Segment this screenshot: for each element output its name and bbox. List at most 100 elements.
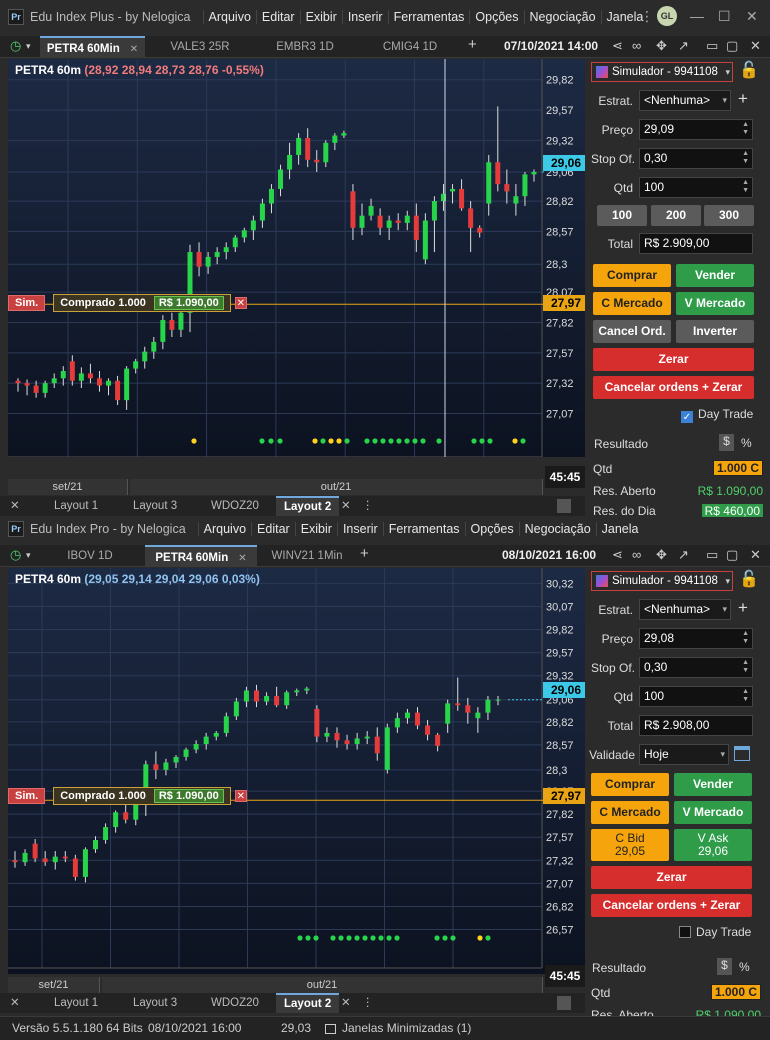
tab-ibov[interactable]: IBOV 1D	[40, 545, 140, 567]
layout-close-icon[interactable]: ✕	[341, 993, 351, 1013]
zero-button[interactable]: Zerar	[593, 348, 754, 371]
add-strategy-icon[interactable]: +	[738, 598, 748, 618]
stepper-icon[interactable]: ▲ ▼	[742, 150, 749, 166]
menu-item[interactable]: Arquivo	[202, 10, 256, 24]
cancel-zero-button[interactable]: Cancelar ordens + Zerar	[591, 894, 752, 917]
sell-ask-button[interactable]: V Ask 29,06	[674, 829, 752, 861]
trend-icon[interactable]: ↗	[678, 547, 689, 563]
link-icon[interactable]: ∞	[632, 547, 641, 562]
tab-petr4-60min[interactable]: PETR4 60Min ✕	[40, 36, 145, 58]
close-chart-icon[interactable]: ✕	[750, 547, 761, 563]
stepper-icon[interactable]: ▲ ▼	[742, 688, 749, 704]
invert-button[interactable]: Inverter	[676, 320, 754, 343]
validade-select[interactable]: Hoje ▾	[639, 744, 729, 765]
qty-300-button[interactable]: 300	[704, 205, 754, 226]
buy-bid-button[interactable]: C Bid 29,05	[591, 829, 669, 861]
buy-button[interactable]: Comprar	[593, 264, 671, 287]
calendar-icon[interactable]	[734, 746, 750, 761]
menu-item[interactable]: Exibir	[299, 10, 342, 24]
share-icon[interactable]: ⋖	[612, 38, 623, 54]
tab-winv21[interactable]: WINV21 1Min	[262, 545, 352, 567]
clock-icon[interactable]: ◷	[10, 38, 21, 54]
avatar[interactable]: GL	[657, 6, 677, 26]
menu-item[interactable]: Opções	[469, 10, 523, 24]
share-icon[interactable]: ⋖	[612, 547, 623, 563]
layout-3[interactable]: Layout 3	[133, 496, 177, 516]
stepper-icon[interactable]: ▲ ▼	[742, 121, 749, 137]
qtd-input[interactable]: 100 ▲ ▼	[639, 686, 753, 707]
stepper-icon[interactable]: ▲ ▼	[742, 179, 749, 195]
currency-toggle[interactable]: $	[717, 958, 732, 975]
close-tab-icon[interactable]: ✕	[238, 553, 246, 564]
stop-input[interactable]: 0,30 ▲ ▼	[639, 657, 753, 678]
trend-icon[interactable]: ↗	[678, 38, 689, 54]
layout-wdoz20[interactable]: WDOZ20	[211, 496, 259, 516]
layout-menu-icon[interactable]: ✕	[10, 496, 20, 516]
layout-menu-icon[interactable]: ✕	[10, 993, 20, 1013]
menu-item[interactable]: Exibir	[294, 522, 337, 536]
account-select[interactable]: Simulador - 9941108 ▾	[591, 62, 733, 82]
tab-cmig4[interactable]: CMIG4 1D	[360, 36, 460, 58]
sell-button[interactable]: Vender	[674, 773, 752, 796]
cursor-icon[interactable]: ✥	[656, 547, 667, 563]
currency-toggle[interactable]: $	[719, 434, 734, 451]
sell-market-button[interactable]: V Mercado	[676, 292, 754, 315]
daytrade-checkbox[interactable]: ✓ Day Trade	[681, 407, 753, 423]
tab-petr4-60min[interactable]: PETR4 60Min ✕	[145, 545, 257, 567]
menu-item[interactable]: Negociação	[518, 522, 596, 536]
close-chart-icon[interactable]: ✕	[750, 38, 761, 54]
minimized-windows-icon[interactable]	[325, 1024, 336, 1034]
close-tab-icon[interactable]: ✕	[130, 44, 138, 55]
window-icon[interactable]: ▭	[706, 547, 718, 563]
buy-button[interactable]: Comprar	[591, 773, 669, 796]
menu-item[interactable]: Editar	[251, 522, 295, 536]
qtd-input[interactable]: 100 ▲ ▼	[639, 177, 753, 198]
layout-close-icon[interactable]: ✕	[341, 496, 351, 516]
qty-200-button[interactable]: 200	[651, 205, 701, 226]
layout-2[interactable]: Layout 2	[276, 993, 340, 1013]
sell-button[interactable]: Vender	[676, 264, 754, 287]
position-badge[interactable]: Comprado 1.000 R$ 1.090,00	[53, 294, 231, 312]
preco-input[interactable]: 29,08 ▲ ▼	[639, 628, 753, 649]
chevron-down-icon[interactable]: ▾	[26, 41, 31, 52]
preco-input[interactable]: 29,09 ▲ ▼	[639, 119, 753, 140]
qty-100-button[interactable]: 100	[597, 205, 647, 226]
scroll-handle[interactable]	[557, 499, 571, 513]
tab-vale3[interactable]: VALE3 25R	[150, 36, 250, 58]
menu-item[interactable]: Arquivo	[197, 522, 251, 536]
close-position-icon[interactable]: ✕	[234, 790, 247, 802]
menu-item[interactable]: Negociação	[523, 10, 601, 24]
menu-item[interactable]: Inserir	[341, 10, 388, 24]
cursor-icon[interactable]: ✥	[656, 38, 667, 54]
minimize-icon[interactable]: —	[690, 8, 704, 24]
stepper-icon[interactable]: ▲ ▼	[742, 630, 749, 646]
percent-toggle[interactable]: %	[741, 436, 752, 450]
link-icon[interactable]: ∞	[632, 38, 641, 53]
candlestick-chart-svg[interactable]: 30,32 30,07 29,82 29,57 29,3229,06 28,82 28,57…	[8, 568, 585, 974]
close-icon[interactable]: ✕	[746, 8, 758, 25]
sell-market-button[interactable]: V Mercado	[674, 801, 752, 824]
account-select[interactable]: Simulador - 9941108 ▾	[591, 571, 733, 591]
more-icon[interactable]: ⋮	[640, 8, 654, 25]
daytrade-checkbox[interactable]: Day Trade	[679, 925, 751, 939]
add-strategy-icon[interactable]: +	[738, 89, 748, 109]
layout-wdoz20[interactable]: WDOZ20	[211, 993, 259, 1013]
buy-market-button[interactable]: C Mercado	[593, 292, 671, 315]
window-icon[interactable]: ▭	[706, 38, 718, 54]
buy-market-button[interactable]: C Mercado	[591, 801, 669, 824]
chevron-down-icon[interactable]: ▾	[26, 550, 31, 561]
layout-more-icon[interactable]: ⋮	[362, 993, 374, 1013]
menu-item[interactable]: Ferramentas	[382, 522, 465, 536]
add-tab-icon[interactable]: +	[360, 545, 369, 562]
price-chart[interactable]: 30,32 30,07 29,82 29,57 29,32 29,06 28,82 28,57…	[8, 568, 585, 974]
maximize-icon[interactable]: ☐	[718, 8, 731, 25]
scroll-handle[interactable]	[557, 996, 571, 1010]
layout-2[interactable]: Layout 2	[276, 496, 340, 516]
tab-embr3[interactable]: EMBR3 1D	[255, 36, 355, 58]
layout-3[interactable]: Layout 3	[133, 993, 177, 1013]
menu-item[interactable]: Editar	[255, 10, 300, 24]
minimized-windows[interactable]: Janelas Minimizadas (1)	[342, 1021, 471, 1035]
layout-1[interactable]: Layout 1	[54, 496, 98, 516]
stop-input[interactable]: 0,30 ▲ ▼	[639, 148, 753, 169]
menu-item[interactable]: Inserir	[336, 522, 383, 536]
